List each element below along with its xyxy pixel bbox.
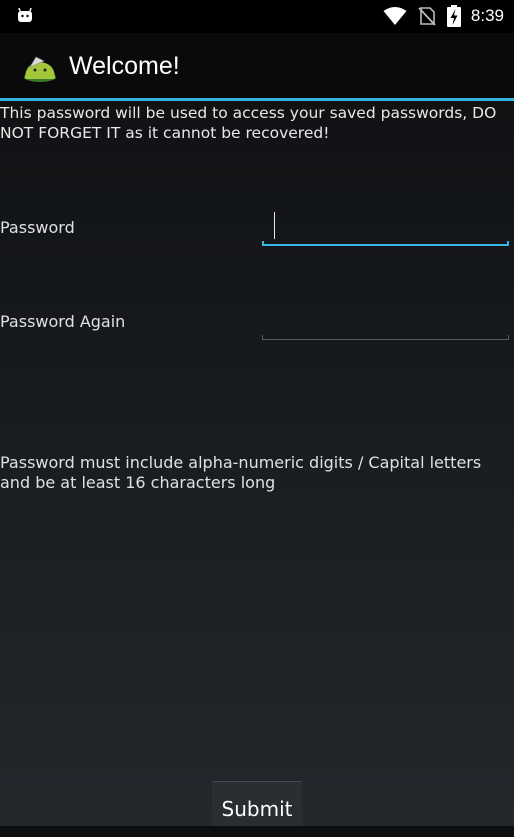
wifi-icon bbox=[383, 7, 407, 25]
password-again-field[interactable] bbox=[262, 304, 509, 340]
status-bar: 8:39 bbox=[0, 0, 514, 33]
android-app-icon bbox=[24, 56, 56, 82]
password-field[interactable] bbox=[262, 210, 509, 246]
password-again-label: Password Again bbox=[0, 312, 126, 331]
no-sim-icon bbox=[418, 7, 436, 26]
submit-button[interactable]: Submit bbox=[212, 781, 302, 826]
action-bar-divider bbox=[0, 98, 514, 101]
password-requirements-hint: Password must include alpha-numeric digi… bbox=[0, 453, 482, 492]
page-title: Welcome! bbox=[69, 52, 180, 80]
warning-message: This password will be used to access you… bbox=[0, 104, 497, 142]
text-cursor bbox=[274, 212, 275, 239]
status-time: 8:39 bbox=[470, 6, 504, 25]
action-bar: Welcome! bbox=[0, 33, 514, 98]
android-notification-icon bbox=[18, 7, 32, 22]
status-icons: 8:39 bbox=[383, 5, 504, 27]
password-label: Password bbox=[0, 218, 75, 237]
battery-charging-icon bbox=[446, 5, 461, 27]
